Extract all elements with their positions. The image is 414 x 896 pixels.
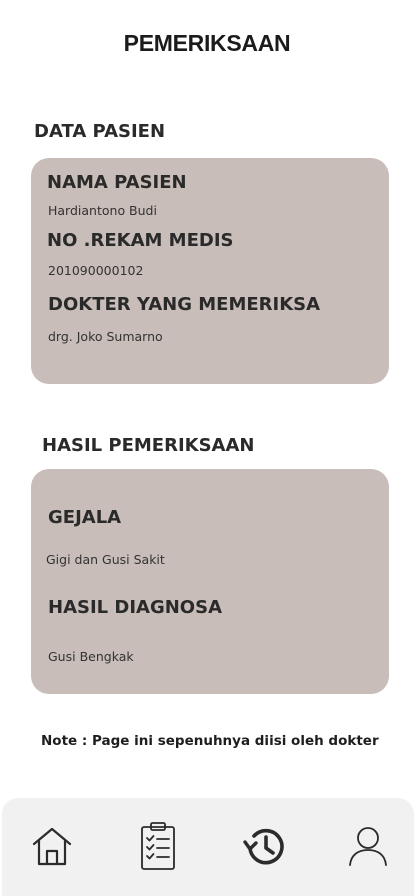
medical-record-value: 201090000102 [48, 263, 144, 278]
result-section-heading: HASIL PEMERIKSAAN [42, 435, 255, 456]
symptom-value: Gigi dan Gusi Sakit [46, 552, 165, 567]
nav-history-button[interactable] [236, 818, 292, 874]
patient-section-heading: DATA PASIEN [34, 121, 166, 142]
diagnosis-label: HASIL DIAGNOSA [48, 597, 222, 618]
patient-name-label: NAMA PASIEN [47, 172, 187, 193]
doctor-label: DOKTER YANG MEMERIKSA [48, 294, 321, 315]
history-icon [243, 828, 284, 865]
bottom-navigation [2, 798, 414, 896]
doctor-value: drg. Joko Sumarno [48, 329, 163, 344]
diagnosis-value: Gusi Bengkak [48, 649, 134, 664]
user-icon [349, 827, 387, 866]
result-card: GEJALA Gigi dan Gusi Sakit HASIL DIAGNOS… [31, 469, 389, 694]
nav-home-button[interactable] [24, 818, 80, 874]
home-icon [32, 827, 72, 866]
symptom-label: GEJALA [48, 507, 122, 528]
doctor-note: Note : Page ini sepenuhnya diisi oleh do… [41, 733, 379, 749]
clipboard-checklist-icon [141, 822, 175, 870]
page-title: PEMERIKSAAN [123, 30, 291, 56]
medical-record-label: NO .REKAM MEDIS [47, 230, 234, 251]
patient-name-value: Hardiantono Budi [48, 203, 157, 218]
patient-data-card: NAMA PASIEN Hardiantono Budi NO .REKAM M… [31, 158, 389, 384]
nav-profile-button[interactable] [340, 818, 396, 874]
nav-examination-button[interactable] [130, 818, 186, 874]
